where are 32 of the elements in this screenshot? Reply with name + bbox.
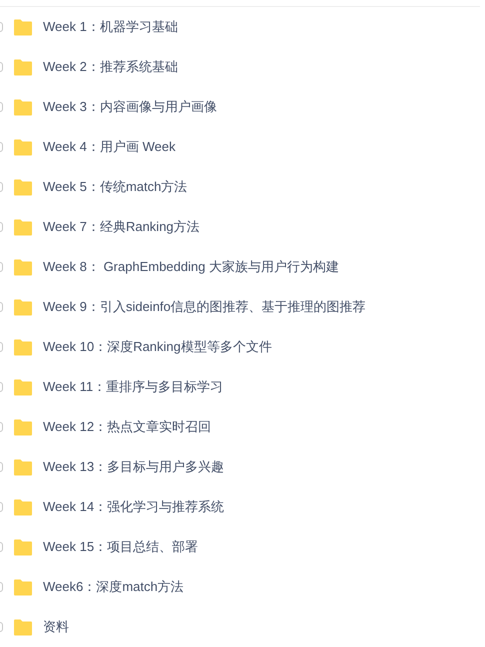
folder-icon xyxy=(13,498,33,516)
file-name[interactable]: 资料 xyxy=(43,617,69,637)
folder-icon xyxy=(13,378,33,396)
folder-icon xyxy=(13,458,33,476)
folder-icon xyxy=(13,258,33,276)
folder-icon xyxy=(13,618,33,636)
file-name[interactable]: Week6：深度match方法 xyxy=(43,577,184,597)
folder-icon xyxy=(13,178,33,196)
file-name[interactable]: Week 8： GraphEmbedding 大家族与用户行为构建 xyxy=(43,257,339,277)
file-name[interactable]: Week 2：推荐系统基础 xyxy=(43,57,178,77)
folder-icon xyxy=(13,538,33,556)
folder-icon xyxy=(13,18,33,36)
folder-icon xyxy=(13,298,33,316)
folder-icon xyxy=(13,138,33,156)
file-name[interactable]: Week 7：经典Ranking方法 xyxy=(43,217,200,237)
folder-icon xyxy=(13,58,33,76)
file-name[interactable]: Week 1：机器学习基础 xyxy=(43,17,178,37)
folder-icon xyxy=(13,338,33,356)
folder-icon xyxy=(13,578,33,596)
file-name[interactable]: Week 11：重排序与多目标学习 xyxy=(43,377,224,397)
file-name[interactable]: Week 3：内容画像与用户画像 xyxy=(43,97,217,117)
folder-icon xyxy=(13,98,33,116)
folder-icon xyxy=(13,418,33,436)
file-name[interactable]: Week 14：强化学习与推荐系统 xyxy=(43,497,224,517)
file-name[interactable]: Week 12：热点文章实时召回 xyxy=(43,417,212,437)
file-name[interactable]: Week 4：用户画 Week xyxy=(43,137,176,157)
file-name[interactable]: Week 13：多目标与用户多兴趣 xyxy=(43,457,224,477)
file-name[interactable]: Week 10：深度Ranking模型等多个文件 xyxy=(43,337,272,357)
file-name[interactable]: Week 9：引入sideinfo信息的图推荐、基于推理的图推荐 xyxy=(43,297,366,317)
file-name[interactable]: Week 15：项目总结、部署 xyxy=(43,537,198,557)
file-name[interactable]: Week 5：传统match方法 xyxy=(43,177,188,197)
folder-icon xyxy=(13,218,33,236)
